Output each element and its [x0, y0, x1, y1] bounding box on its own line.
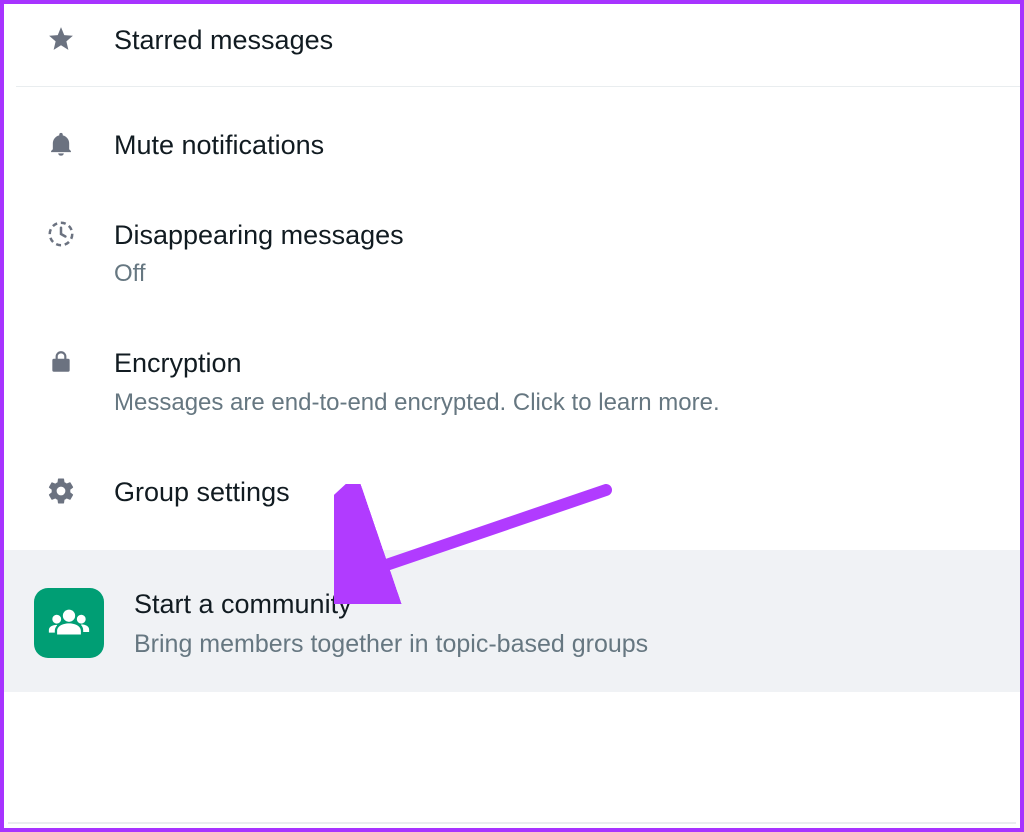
lock-icon [44, 345, 78, 379]
row-starred-messages[interactable]: Starred messages [4, 4, 1020, 86]
row-start-community[interactable]: Start a community Bring members together… [4, 560, 1020, 692]
row-encryption[interactable]: Encryption Messages are end-to-end encry… [4, 325, 1020, 452]
gear-icon [44, 474, 78, 508]
star-icon [44, 22, 78, 56]
section-gap [4, 550, 1020, 560]
timer-icon [44, 217, 78, 251]
disappearing-label: Disappearing messages [114, 219, 990, 253]
community-title: Start a community [134, 588, 648, 622]
encryption-label: Encryption [114, 347, 990, 381]
row-group-settings[interactable]: Group settings [4, 452, 1020, 550]
bell-icon [44, 127, 78, 161]
starred-label: Starred messages [114, 24, 990, 58]
bottom-divider [8, 822, 1016, 824]
mute-label: Mute notifications [114, 129, 990, 163]
row-disappearing-messages[interactable]: Disappearing messages Off [4, 203, 1020, 326]
people-icon [34, 588, 104, 658]
settings-panel: Starred messages Mute notifications Disa… [0, 0, 1024, 832]
row-mute-notifications[interactable]: Mute notifications [4, 87, 1020, 203]
encryption-description: Messages are end-to-end encrypted. Click… [114, 387, 990, 418]
disappearing-value: Off [114, 258, 990, 289]
settings-list: Starred messages Mute notifications Disa… [4, 4, 1020, 550]
group-settings-label: Group settings [114, 476, 990, 510]
community-subtitle: Bring members together in topic-based gr… [134, 628, 648, 661]
